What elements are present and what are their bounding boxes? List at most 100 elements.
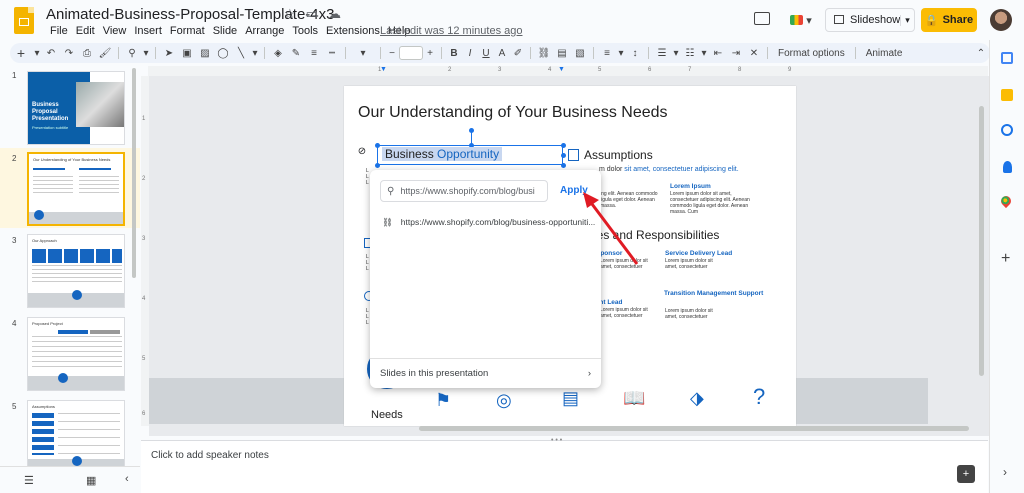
speaker-notes-placeholder[interactable]: Click to add speaker notes <box>151 450 269 461</box>
underline-icon[interactable]: U <box>478 43 494 63</box>
menu-file[interactable]: File <box>46 25 72 37</box>
menu-view[interactable]: View <box>99 25 131 37</box>
canvas-v-scrollbar[interactable] <box>979 106 984 376</box>
slideshow-button[interactable]: Slideshow ▾ <box>825 8 915 32</box>
collapse-toolbar-icon[interactable]: ⌃ <box>972 43 990 63</box>
insert-image-icon[interactable]: ▧ <box>571 43 589 63</box>
decrease-indent-icon[interactable]: ⇤ <box>709 43 727 63</box>
menu-insert[interactable]: Insert <box>130 25 166 37</box>
link-icon[interactable]: ⛓ <box>535 43 553 63</box>
border-color-icon[interactable]: ✎ <box>287 43 305 63</box>
bullets-dropdown-icon[interactable]: ▾ <box>671 43 681 63</box>
format-options-button[interactable]: Format options <box>772 43 851 63</box>
add-comment-icon[interactable]: ▤ <box>553 43 571 63</box>
link-url-input[interactable]: ⚲ https://www.shopify.com/blog/busi <box>380 180 548 202</box>
tasks-icon[interactable] <box>1001 124 1013 136</box>
image-icon[interactable]: ▨ <box>196 43 214 63</box>
slide-thumbnail-5[interactable]: Assumptions <box>27 400 125 474</box>
slide-thumbnail-1[interactable]: Business Proposal Presentation Presentat… <box>27 71 125 145</box>
slides-logo-icon[interactable] <box>14 7 34 34</box>
menu-arrange[interactable]: Arrange <box>241 25 288 37</box>
text-color-icon[interactable]: A <box>494 43 510 63</box>
zoom-icon[interactable]: ⚲ <box>123 43 141 63</box>
last-edit-link[interactable]: Last edit was 12 minutes ago <box>380 25 522 37</box>
resize-handle[interactable] <box>561 163 566 168</box>
bulleted-list-icon[interactable]: ☰ <box>653 43 671 63</box>
fill-color-icon[interactable]: ◈ <box>269 43 287 63</box>
clear-formatting-icon[interactable]: ✕ <box>745 43 763 63</box>
align-dropdown-icon[interactable]: ▾ <box>616 43 626 63</box>
undo-icon[interactable]: ↶ <box>42 43 60 63</box>
menu-extensions[interactable]: Extensions <box>322 25 384 37</box>
slideshow-dropdown-icon[interactable]: ▾ <box>900 14 914 26</box>
paint-format-icon[interactable]: 🖌 <box>96 43 114 63</box>
crossed-link-icon[interactable]: ⊘ <box>352 146 372 162</box>
menu-tools[interactable]: Tools <box>288 25 322 37</box>
right-indent-marker-icon[interactable]: ▼ <box>558 66 565 73</box>
vertical-ruler[interactable]: 1 2 3 4 5 6 <box>141 76 149 426</box>
link-suggestion[interactable]: ⛓ https://www.shopify.com/blog/business-… <box>382 217 595 228</box>
print-icon[interactable]: ⎙ <box>78 43 96 63</box>
zoom-dropdown-icon[interactable]: ▾ <box>141 43 151 63</box>
resize-handle[interactable] <box>375 163 380 168</box>
filmstrip-scrollbar[interactable] <box>132 68 136 278</box>
resize-handle[interactable] <box>375 143 380 148</box>
selected-text[interactable]: Business Opportunity <box>382 147 503 161</box>
share-button[interactable]: 🔒 Share <box>921 8 977 32</box>
avatar[interactable] <box>990 9 1012 31</box>
textbox-icon[interactable]: ▣ <box>178 43 196 63</box>
line-dropdown-icon[interactable]: ▾ <box>250 43 260 63</box>
animate-button[interactable]: Animate <box>860 43 909 63</box>
notes-resize-handle[interactable]: • • • <box>551 437 562 444</box>
highlight-icon[interactable]: ✐ <box>510 43 526 63</box>
explore-icon[interactable]: + <box>957 465 975 483</box>
speaker-notes[interactable]: • • • Click to add speaker notes + <box>141 437 988 493</box>
add-addon-icon[interactable]: + <box>1001 250 1010 268</box>
align-icon[interactable]: ≡ <box>598 43 616 63</box>
star-icon[interactable]: ☆ <box>284 6 296 22</box>
maps-icon[interactable] <box>998 193 1014 209</box>
numbered-list-icon[interactable]: ☷ <box>681 43 699 63</box>
keep-icon[interactable] <box>1001 89 1013 101</box>
grid-view-icon[interactable]: ▦ <box>86 474 96 487</box>
resize-handle[interactable] <box>561 153 566 158</box>
meet-button[interactable]: ▾ <box>785 9 817 31</box>
slide-thumbnail-3[interactable]: Our Approach <box>27 234 125 308</box>
contacts-icon[interactable] <box>1003 161 1012 173</box>
slide-thumbnail-4[interactable]: Proposed Project <box>27 317 125 391</box>
slide-thumbnail-2[interactable]: Our Understanding of Your Business Needs <box>27 152 125 226</box>
menu-format[interactable]: Format <box>166 25 209 37</box>
menu-slide[interactable]: Slide <box>209 25 241 37</box>
border-dash-icon[interactable]: ┅ <box>323 43 341 63</box>
rotate-handle[interactable] <box>469 128 474 133</box>
numbered-dropdown-icon[interactable]: ▾ <box>699 43 709 63</box>
italic-icon[interactable]: I <box>462 43 478 63</box>
slides-in-presentation-row[interactable]: Slides in this presentation › <box>370 358 601 388</box>
font-size-decrease-button[interactable]: − <box>385 43 399 63</box>
resize-handle[interactable] <box>561 143 566 148</box>
show-side-panel-icon[interactable]: › <box>1003 465 1007 479</box>
indent-marker-icon[interactable]: ▼ <box>380 66 387 73</box>
font-size-input[interactable] <box>399 46 423 60</box>
line-spacing-icon[interactable]: ↕ <box>626 43 644 63</box>
collapse-panel-icon[interactable]: ‹ <box>125 473 129 485</box>
bold-icon[interactable]: B <box>446 43 462 63</box>
line-icon[interactable]: ╲ <box>232 43 250 63</box>
new-slide-dropdown-icon[interactable]: ▾ <box>32 43 42 63</box>
cloud-status-icon[interactable]: ☁ <box>328 6 341 22</box>
select-icon[interactable]: ➤ <box>160 43 178 63</box>
assumptions-heading[interactable]: Assumptions <box>584 148 653 162</box>
redo-icon[interactable]: ↷ <box>60 43 78 63</box>
move-folder-icon[interactable]: ▭ <box>306 6 318 22</box>
font-size-increase-button[interactable]: + <box>423 43 437 63</box>
assumptions-text[interactable]: m dolor sit amet, consectetuer adipiscin… <box>599 166 739 173</box>
calendar-icon[interactable] <box>1001 52 1013 64</box>
font-dropdown-icon[interactable]: ▾ <box>350 43 376 63</box>
increase-indent-icon[interactable]: ⇥ <box>727 43 745 63</box>
slide-title[interactable]: Our Understanding of Your Business Needs <box>358 104 668 122</box>
comment-history-icon[interactable] <box>754 12 770 25</box>
canvas-h-scrollbar[interactable] <box>419 426 969 431</box>
new-slide-icon[interactable]: + <box>10 43 32 63</box>
filmstrip-view-icon[interactable]: ☰ <box>24 474 34 487</box>
horizontal-ruler[interactable]: 1 2 3 4 5 6 7 8 9 ▼ ▼ <box>148 66 988 76</box>
